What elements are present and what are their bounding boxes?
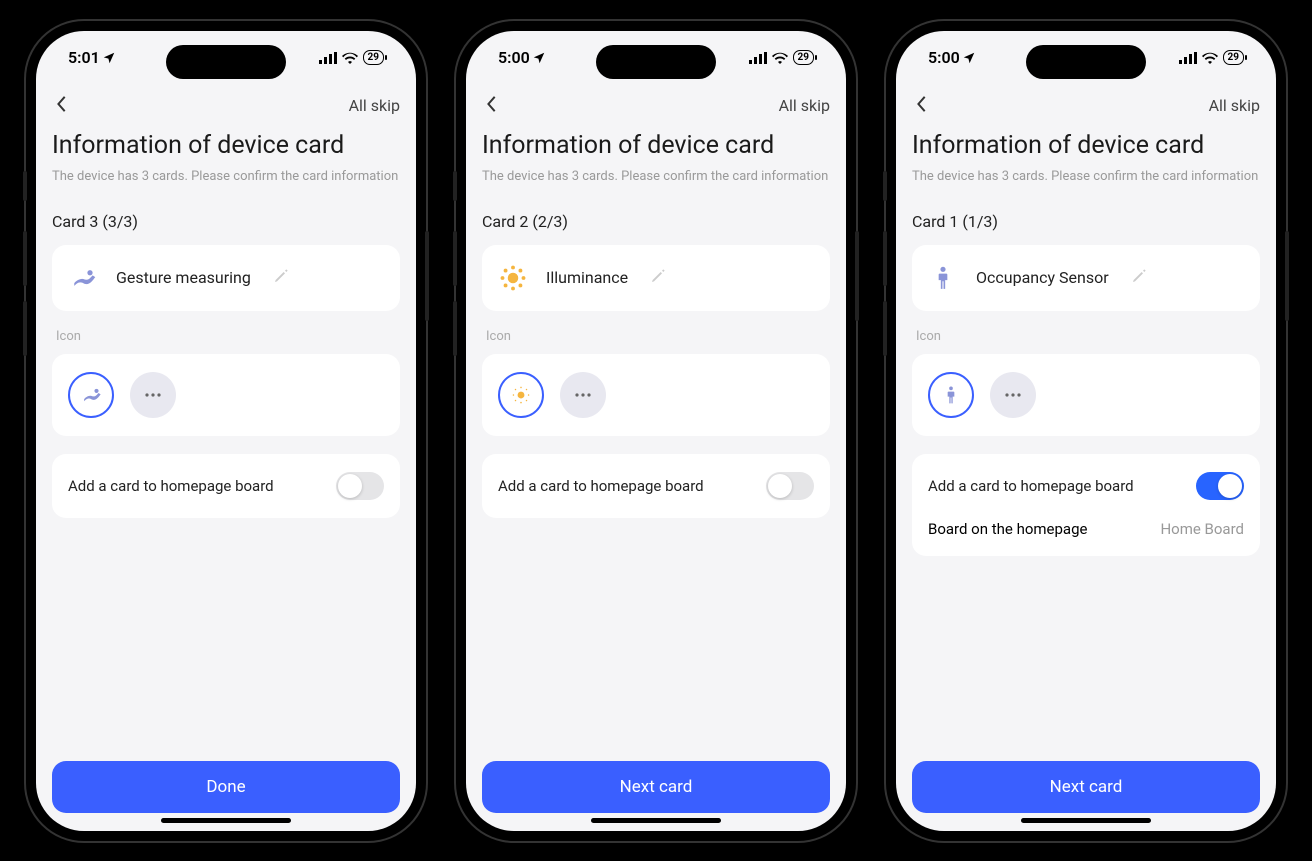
card-counter: Card 1 (1/3) — [912, 212, 1260, 231]
icon-section-label: Icon — [482, 329, 830, 344]
icon-picker-panel — [912, 354, 1260, 436]
wifi-icon — [1202, 52, 1218, 64]
page-subtitle: The device has 3 cards. Please confirm t… — [912, 168, 1260, 186]
page-title: Information of device card — [912, 131, 1260, 160]
cellular-icon — [749, 52, 767, 64]
chevron-left-icon — [486, 95, 498, 113]
next-card-button[interactable]: Next card — [482, 761, 830, 813]
edit-icon — [1131, 268, 1147, 288]
person-icon — [941, 385, 961, 405]
card-counter: Card 3 (3/3) — [52, 212, 400, 231]
home-indicator[interactable] — [161, 818, 291, 823]
battery-icon: 29 — [1223, 50, 1244, 65]
board-value: Home Board — [1160, 520, 1244, 538]
location-icon — [962, 51, 976, 65]
status-time: 5:01 — [68, 48, 100, 67]
add-card-label: Add a card to homepage board — [68, 477, 274, 495]
chevron-left-icon — [916, 95, 928, 113]
sun-icon — [498, 263, 528, 293]
icon-section-label: Icon — [912, 329, 1260, 344]
power-button — [1285, 231, 1289, 321]
dots-icon — [144, 392, 162, 398]
cellular-icon — [319, 52, 337, 64]
page-title: Information of device card — [482, 131, 830, 160]
back-button[interactable] — [482, 91, 502, 121]
add-card-label: Add a card to homepage board — [498, 477, 704, 495]
phone-frame: 5:00 29 All skip Information of device c… — [456, 21, 856, 841]
person-icon — [928, 263, 958, 293]
location-icon — [532, 51, 546, 65]
status-time: 5:00 — [928, 48, 960, 67]
more-icons-button[interactable] — [990, 372, 1036, 418]
volume-button — [883, 231, 887, 286]
more-icons-button[interactable] — [130, 372, 176, 418]
skip-button[interactable]: All skip — [779, 96, 830, 115]
status-time: 5:00 — [498, 48, 530, 67]
device-name-panel[interactable]: Gesture measuring — [52, 245, 400, 311]
volume-button — [883, 171, 887, 201]
dynamic-island — [166, 45, 286, 79]
volume-button — [453, 231, 457, 286]
board-label: Board on the homepage — [928, 520, 1087, 538]
home-indicator[interactable] — [1021, 818, 1151, 823]
add-card-toggle[interactable] — [336, 472, 384, 500]
device-name: Illuminance — [546, 268, 628, 287]
homepage-toggle-panel: Add a card to homepage board — [52, 454, 400, 518]
device-name: Gesture measuring — [116, 268, 251, 287]
page-subtitle: The device has 3 cards. Please confirm t… — [482, 168, 830, 186]
icon-section-label: Icon — [52, 329, 400, 344]
dots-icon — [574, 392, 592, 398]
page-subtitle: The device has 3 cards. Please confirm t… — [52, 168, 400, 186]
card-counter: Card 2 (2/3) — [482, 212, 830, 231]
battery-icon: 29 — [363, 50, 384, 65]
dots-icon — [1004, 392, 1022, 398]
volume-button — [23, 171, 27, 201]
phone-frame: 5:01 29 All skip Information of device c… — [26, 21, 426, 841]
icon-option-selected[interactable] — [68, 372, 114, 418]
wifi-icon — [342, 52, 358, 64]
chevron-left-icon — [56, 95, 68, 113]
skip-button[interactable]: All skip — [349, 96, 400, 115]
board-select-row[interactable]: Board on the homepage Home Board — [928, 504, 1244, 538]
page-title: Information of device card — [52, 131, 400, 160]
volume-button — [23, 301, 27, 356]
power-button — [425, 231, 429, 321]
done-button[interactable]: Done — [52, 761, 400, 813]
home-indicator[interactable] — [591, 818, 721, 823]
icon-option-selected[interactable] — [928, 372, 974, 418]
gesture-icon — [68, 263, 98, 293]
volume-button — [23, 231, 27, 286]
device-name: Occupancy Sensor — [976, 268, 1109, 287]
volume-button — [453, 171, 457, 201]
sun-icon — [510, 384, 532, 406]
edit-icon — [273, 268, 289, 288]
dynamic-island — [1026, 45, 1146, 79]
add-card-toggle[interactable] — [766, 472, 814, 500]
volume-button — [453, 301, 457, 356]
icon-option-selected[interactable] — [498, 372, 544, 418]
power-button — [855, 231, 859, 321]
gesture-icon — [80, 384, 102, 406]
edit-icon — [650, 268, 666, 288]
next-card-button[interactable]: Next card — [912, 761, 1260, 813]
icon-picker-panel — [52, 354, 400, 436]
homepage-toggle-panel: Add a card to homepage board — [482, 454, 830, 518]
icon-picker-panel — [482, 354, 830, 436]
cellular-icon — [1179, 52, 1197, 64]
device-name-panel[interactable]: Occupancy Sensor — [912, 245, 1260, 311]
homepage-toggle-panel: Add a card to homepage board Board on th… — [912, 454, 1260, 556]
volume-button — [883, 301, 887, 356]
skip-button[interactable]: All skip — [1209, 96, 1260, 115]
location-icon — [102, 51, 116, 65]
device-name-panel[interactable]: Illuminance — [482, 245, 830, 311]
back-button[interactable] — [52, 91, 72, 121]
add-card-label: Add a card to homepage board — [928, 477, 1134, 495]
wifi-icon — [772, 52, 788, 64]
dynamic-island — [596, 45, 716, 79]
battery-icon: 29 — [793, 50, 814, 65]
more-icons-button[interactable] — [560, 372, 606, 418]
back-button[interactable] — [912, 91, 932, 121]
phone-frame: 5:00 29 All skip Information of device c… — [886, 21, 1286, 841]
add-card-toggle[interactable] — [1196, 472, 1244, 500]
